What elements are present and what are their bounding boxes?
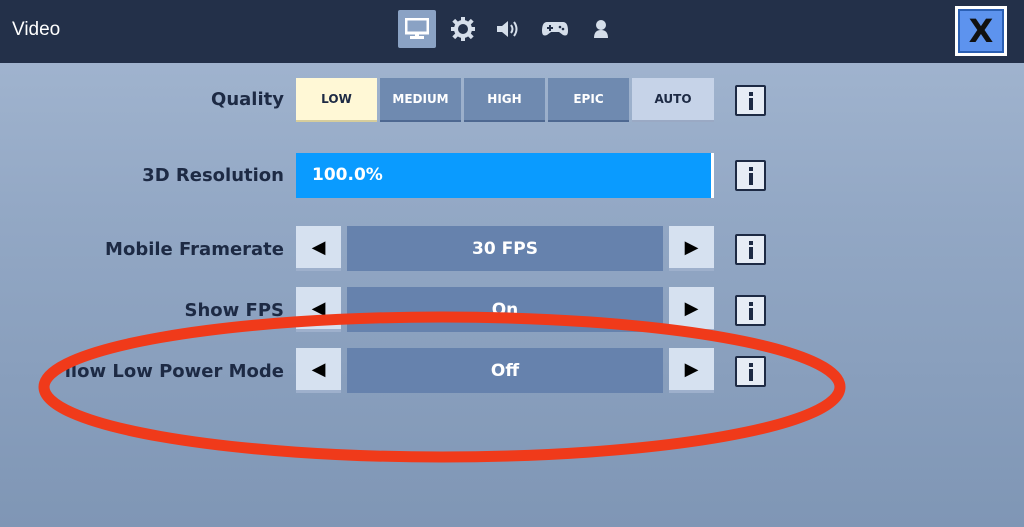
close-button[interactable]: X (955, 6, 1007, 56)
tab-controller[interactable] (536, 10, 574, 48)
right-arrow-icon: ▶ (684, 236, 699, 258)
low-power-value: Off (347, 348, 663, 393)
left-arrow-icon: ◀ (311, 297, 326, 319)
info-icon (748, 362, 753, 381)
info-icon (748, 91, 753, 110)
tab-account[interactable] (582, 10, 620, 48)
resolution-info-button[interactable] (735, 160, 766, 191)
tab-audio[interactable] (490, 10, 528, 48)
close-label: X (958, 9, 1004, 53)
tab-game-settings[interactable] (444, 10, 482, 48)
info-icon (748, 240, 753, 259)
quality-option-high[interactable]: HIGH (464, 78, 545, 122)
quality-option-auto[interactable]: AUTO (632, 78, 714, 122)
quality-info-button[interactable] (735, 85, 766, 116)
quality-option-epic[interactable]: EPIC (548, 78, 629, 122)
resolution-label: 3D Resolution (142, 165, 284, 186)
low-power-label: llow Low Power Mode (64, 361, 284, 382)
speaker-icon (497, 21, 518, 37)
right-arrow-icon: ▶ (684, 297, 699, 319)
quality-option-low[interactable]: LOW (296, 78, 377, 122)
gear-icon (451, 17, 475, 41)
right-arrow-icon: ▶ (684, 358, 699, 380)
framerate-value: 30 FPS (347, 226, 663, 271)
low-power-next-button[interactable]: ▶ (669, 348, 714, 393)
page-title: Video (12, 19, 61, 40)
left-arrow-icon: ◀ (311, 236, 326, 258)
show-fps-label: Show FPS (184, 300, 285, 321)
tab-video[interactable] (398, 10, 436, 48)
show-fps-info-button[interactable] (735, 295, 766, 326)
gamepad-icon (542, 22, 568, 36)
info-icon (748, 166, 753, 185)
resolution-slider[interactable]: 100.0% (296, 153, 714, 198)
person-icon (594, 20, 608, 38)
show-fps-next-button[interactable]: ▶ (669, 287, 714, 332)
low-power-prev-button[interactable]: ◀ (296, 348, 341, 393)
show-fps-prev-button[interactable]: ◀ (296, 287, 341, 332)
low-power-info-button[interactable] (735, 356, 766, 387)
top-bar: Video X (0, 0, 1024, 63)
framerate-label: Mobile Framerate (105, 239, 284, 260)
framerate-next-button[interactable]: ▶ (669, 226, 714, 271)
info-icon (748, 301, 753, 320)
resolution-value: 100.0% (312, 165, 383, 185)
low-power-label-container: llow Low Power Mode (0, 359, 284, 399)
show-fps-value: On (347, 287, 663, 332)
quality-label: Quality (211, 89, 284, 110)
framerate-info-button[interactable] (735, 234, 766, 265)
quality-option-medium[interactable]: MEDIUM (380, 78, 461, 122)
left-arrow-icon: ◀ (311, 358, 326, 380)
settings-tabs (398, 10, 628, 52)
monitor-icon (405, 18, 429, 39)
framerate-prev-button[interactable]: ◀ (296, 226, 341, 271)
